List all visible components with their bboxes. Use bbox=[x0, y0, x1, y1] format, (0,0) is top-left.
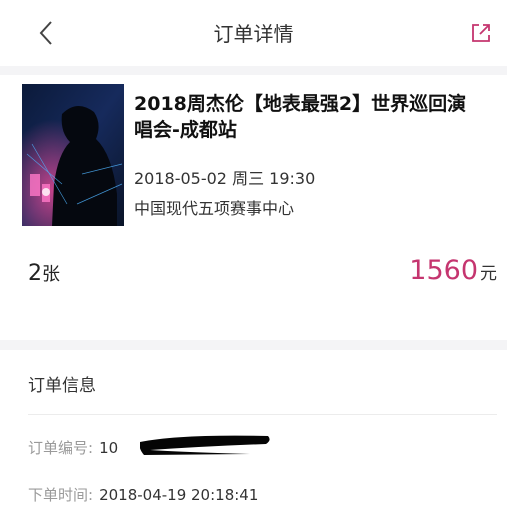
event-venue: 中国现代五项赛事中心 bbox=[134, 199, 295, 218]
order-info-card: 订单信息 订单编号: 10 下单时间: 2018-04-19 20:18:41 bbox=[0, 350, 507, 521]
share-button[interactable] bbox=[466, 18, 496, 48]
section-gap bbox=[0, 66, 507, 75]
redaction-mark bbox=[140, 435, 270, 455]
section-gap bbox=[0, 340, 507, 350]
order-time-value: 2018-04-19 20:18:41 bbox=[99, 486, 259, 504]
ticket-count-value: 2 bbox=[28, 261, 42, 286]
order-info-heading: 订单信息 bbox=[28, 376, 96, 396]
navigation-bar: 订单详情 bbox=[0, 0, 507, 66]
order-number-value: 10 bbox=[99, 439, 119, 457]
order-price: 1560 元 bbox=[409, 255, 497, 286]
page-title: 订单详情 bbox=[213, 22, 294, 46]
order-time-row: 下单时间: 2018-04-19 20:18:41 bbox=[28, 484, 258, 505]
event-poster[interactable] bbox=[22, 84, 124, 226]
event-card: 2018周杰伦【地表最强2】世界巡回演唱会-成都站 2018-05-02 周三 … bbox=[0, 75, 507, 340]
event-title: 2018周杰伦【地表最强2】世界巡回演唱会-成都站 bbox=[134, 93, 467, 141]
order-number-label: 订单编号: bbox=[28, 439, 94, 457]
divider bbox=[28, 414, 497, 415]
ticket-quantity: 2张 bbox=[28, 260, 60, 286]
price-amount: 1560 bbox=[409, 255, 478, 286]
order-time-label: 下单时间: bbox=[28, 486, 94, 504]
share-icon bbox=[472, 24, 490, 42]
ticket-unit: 张 bbox=[42, 264, 60, 285]
event-datetime: 2018-05-02 周三 19:30 bbox=[134, 169, 316, 188]
price-unit: 元 bbox=[480, 264, 497, 284]
order-number-row: 订单编号: 10 bbox=[28, 437, 118, 458]
